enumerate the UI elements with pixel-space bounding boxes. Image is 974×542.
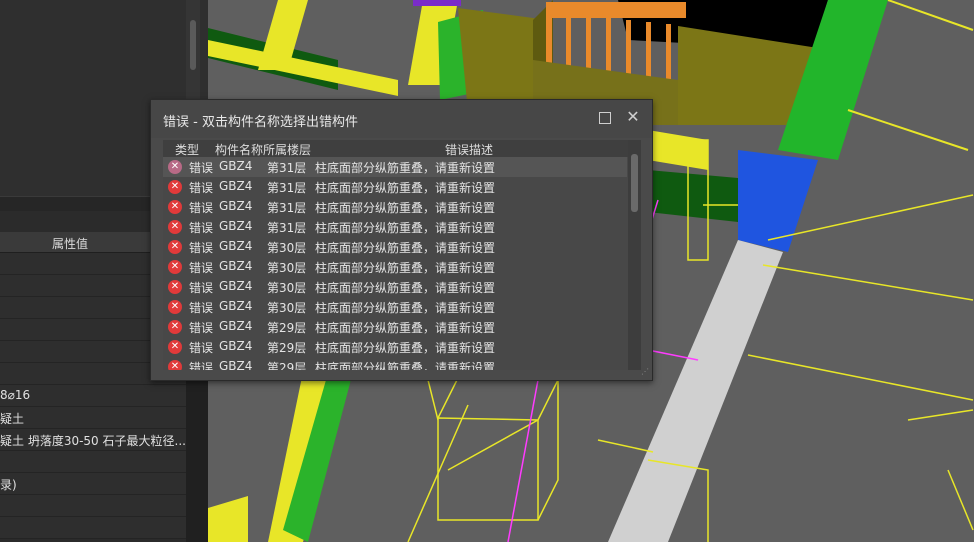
property-row[interactable]: 疑土 (0, 407, 186, 429)
floor-name: 第31层 (267, 161, 307, 175)
error-type: 错误 (189, 301, 214, 315)
error-icon: ✕ (168, 360, 182, 370)
floor-name: 第29层 (267, 341, 307, 355)
error-icon: ✕ (168, 260, 182, 274)
property-row[interactable]: 疑土 坍落度30-50 石子最大粒径... (0, 429, 186, 451)
component-name[interactable]: GBZ4 (219, 319, 252, 333)
component-name[interactable]: GBZ4 (219, 259, 252, 273)
error-icon: ✕ (168, 280, 182, 294)
error-type: 错误 (189, 361, 214, 370)
component-name[interactable]: GBZ4 (219, 279, 252, 293)
error-type: 错误 (189, 341, 214, 355)
dialog-titlebar[interactable]: 错误 - 双击构件名称选择出错构件 ✕ (151, 100, 652, 138)
error-icon: ✕ (168, 300, 182, 314)
component-name[interactable]: GBZ4 (219, 199, 252, 213)
error-list-scroll-thumb[interactable] (631, 154, 638, 212)
property-row[interactable] (0, 495, 186, 517)
error-row[interactable]: ✕ 错误 GBZ4 第30层 柱底面部分纵筋重叠，请重新设置 (163, 257, 627, 277)
component-name[interactable]: GBZ4 (219, 159, 252, 173)
error-icon: ✕ (168, 180, 182, 194)
error-row[interactable]: ✕ 错误 GBZ4 第30层 柱底面部分纵筋重叠，请重新设置 (163, 277, 627, 297)
error-description: 柱底面部分纵筋重叠，请重新设置 (315, 261, 496, 275)
property-panel-scroll-thumb[interactable] (190, 20, 196, 70)
component-name[interactable]: GBZ4 (219, 359, 252, 370)
error-icon: ✕ (168, 220, 182, 234)
error-type: 错误 (189, 241, 214, 255)
error-description: 柱底面部分纵筋重叠，请重新设置 (315, 341, 496, 355)
error-row[interactable]: ✕ 错误 GBZ4 第29层 柱底面部分纵筋重叠，请重新设置 (163, 337, 627, 357)
floor-name: 第30层 (267, 241, 307, 255)
floor-name: 第29层 (267, 321, 307, 335)
error-description: 柱底面部分纵筋重叠，请重新设置 (315, 221, 496, 235)
error-row[interactable]: ✕ 错误 GBZ4 第30层 柱底面部分纵筋重叠，请重新设置 (163, 237, 627, 257)
component-name[interactable]: GBZ4 (219, 339, 252, 353)
property-value: 疑土 (0, 412, 25, 426)
floor-name: 第30层 (267, 301, 307, 315)
error-icon: ✕ (168, 320, 182, 334)
floor-name: 第29层 (267, 361, 307, 370)
property-row[interactable]: 录) (0, 473, 186, 495)
error-description: 柱底面部分纵筋重叠，请重新设置 (315, 161, 496, 175)
property-value: 录) (0, 478, 17, 492)
error-description: 柱底面部分纵筋重叠，请重新设置 (315, 321, 496, 335)
error-list[interactable]: 类型 构件名称 所属楼层 错误描述 ✕ 错误 GBZ4 第31层 柱底面部分纵筋重叠，请… (163, 140, 641, 370)
floor-name: 第31层 (267, 201, 307, 215)
error-description: 柱底面部分纵筋重叠，请重新设置 (315, 361, 496, 370)
error-icon: ✕ (168, 200, 182, 214)
property-row[interactable]: 8⌀16 (0, 385, 186, 407)
column-header-floor[interactable]: 所属楼层 (263, 141, 311, 158)
error-type: 错误 (189, 281, 214, 295)
error-row[interactable]: ✕ 错误 GBZ4 第31层 柱底面部分纵筋重叠，请重新设置 (163, 217, 627, 237)
component-name[interactable]: GBZ4 (219, 239, 252, 253)
error-row[interactable]: ✕ 错误 GBZ4 第31层 柱底面部分纵筋重叠，请重新设置 (163, 197, 627, 217)
floor-name: 第31层 (267, 181, 307, 195)
property-value-column-header: 属性值 (52, 237, 89, 251)
error-description: 柱底面部分纵筋重叠，请重新设置 (315, 301, 496, 315)
error-description: 柱底面部分纵筋重叠，请重新设置 (315, 181, 496, 195)
error-description: 柱底面部分纵筋重叠，请重新设置 (315, 201, 496, 215)
error-icon: ✕ (168, 160, 182, 174)
property-value: 疑土 坍落度30-50 石子最大粒径... (0, 434, 186, 448)
property-value: 8⌀16 (0, 388, 31, 402)
error-type: 错误 (189, 161, 214, 175)
error-list-scrollbar[interactable] (628, 140, 641, 370)
error-dialog[interactable]: 错误 - 双击构件名称选择出错构件 ✕ 类型 构件名称 所属楼层 错误描述 ✕ 错… (150, 99, 653, 381)
error-type: 错误 (189, 201, 214, 215)
column-header-description[interactable]: 错误描述 (445, 141, 493, 158)
error-row[interactable]: ✕ 错误 GBZ4 第29层 柱底面部分纵筋重叠，请重新设置 (163, 317, 627, 337)
error-type: 错误 (189, 261, 214, 275)
error-description: 柱底面部分纵筋重叠，请重新设置 (315, 281, 496, 295)
property-row[interactable] (0, 517, 186, 539)
component-name[interactable]: GBZ4 (219, 219, 252, 233)
resize-grip-icon[interactable]: ⋰ (641, 368, 649, 376)
property-row[interactable] (0, 451, 186, 473)
error-row[interactable]: ✕ 错误 GBZ4 第29层 柱底面部分纵筋重叠，请重新设置 (163, 357, 627, 370)
column-header-type[interactable]: 类型 (175, 141, 199, 158)
floor-name: 第30层 (267, 261, 307, 275)
error-icon: ✕ (168, 240, 182, 254)
component-name[interactable]: GBZ4 (219, 179, 252, 193)
floor-name: 第30层 (267, 281, 307, 295)
error-row[interactable]: ✕ 错误 GBZ4 第31层 柱底面部分纵筋重叠，请重新设置 (163, 157, 627, 177)
error-row[interactable]: ✕ 错误 GBZ4 第31层 柱底面部分纵筋重叠，请重新设置 (163, 177, 627, 197)
dialog-title: 错误 - 双击构件名称选择出错构件 (163, 115, 358, 130)
maximize-icon[interactable] (599, 112, 611, 124)
close-icon[interactable]: ✕ (625, 108, 641, 126)
floor-name: 第31层 (267, 221, 307, 235)
column-header-name[interactable]: 构件名称 (215, 141, 263, 158)
error-type: 错误 (189, 221, 214, 235)
error-type: 错误 (189, 181, 214, 195)
error-row[interactable]: ✕ 错误 GBZ4 第30层 柱底面部分纵筋重叠，请重新设置 (163, 297, 627, 317)
error-list-header: 类型 构件名称 所属楼层 错误描述 (163, 140, 641, 157)
error-type: 错误 (189, 321, 214, 335)
error-description: 柱底面部分纵筋重叠，请重新设置 (315, 241, 496, 255)
error-icon: ✕ (168, 340, 182, 354)
component-name[interactable]: GBZ4 (219, 299, 252, 313)
error-rows[interactable]: ✕ 错误 GBZ4 第31层 柱底面部分纵筋重叠，请重新设置 ✕ 错误 GBZ4 第31层 柱底面… (163, 157, 627, 370)
